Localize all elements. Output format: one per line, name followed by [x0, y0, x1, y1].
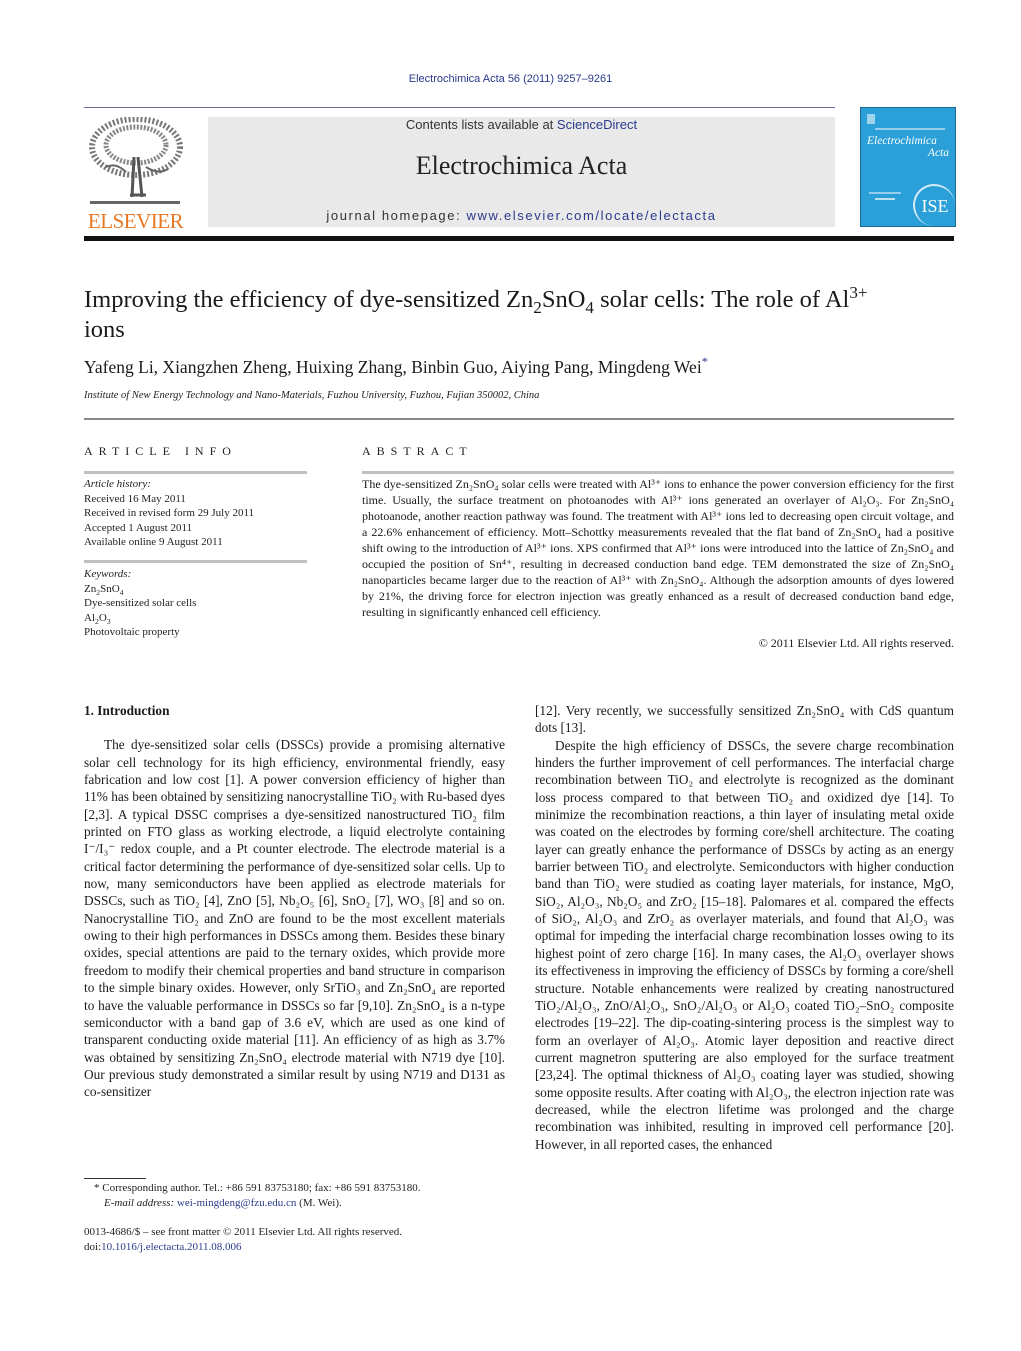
contents-line: Contents lists available at ScienceDirec…: [208, 117, 835, 132]
history-item: Available online 9 August 2011: [84, 536, 223, 548]
body-column-left: 1. Introduction The dye-sensitized solar…: [84, 702, 505, 1101]
elsevier-wordmark: ELSEVIER: [87, 209, 184, 233]
homepage-link[interactable]: www.elsevier.com/locate/electacta: [467, 208, 717, 223]
cover-decoration: [875, 198, 895, 200]
abstract-heading: ABSTRACT: [362, 444, 473, 458]
journal-homepage: journal homepage: www.elsevier.com/locat…: [208, 208, 835, 223]
body-paragraph: [12]. Very recently, we successfully sen…: [535, 703, 954, 736]
body-column-right: [12]. Very recently, we successfully sen…: [535, 702, 954, 1153]
section-heading-introduction: 1. Introduction: [84, 703, 170, 718]
elsevier-logo[interactable]: ELSEVIER: [84, 115, 187, 233]
journal-name: Electrochimica Acta: [415, 151, 628, 180]
doi-prefix: doi:: [84, 1241, 102, 1253]
email-label: E-mail address:: [104, 1197, 177, 1209]
abstract-divider: [362, 471, 954, 474]
doi-line: doi:10.1016/j.electacta.2011.08.006: [84, 1240, 402, 1255]
abstract-copyright: © 2011 Elsevier Ltd. All rights reserved…: [758, 636, 954, 650]
email-suffix: (M. Wei).: [296, 1197, 342, 1209]
title-text: SnO: [541, 286, 586, 313]
keywords-divider: [84, 560, 307, 563]
corresponding-author-contact: * Corresponding author. Tel.: +86 591 83…: [94, 1182, 421, 1194]
title-superscript: 3+: [849, 282, 868, 302]
author-list: Yafeng Li, Xiangzhen Zheng, Huixing Zhan…: [84, 355, 708, 378]
front-matter: 0013-4686/$ – see front matter © 2011 El…: [84, 1225, 402, 1255]
journal-masthead: Contents lists available at ScienceDirec…: [208, 117, 835, 227]
history-item: Accepted 1 August 2011: [84, 521, 193, 534]
cover-elsevier-badge: [867, 114, 875, 124]
header-thick-divider: [84, 236, 954, 241]
ise-seal-icon: ISE: [913, 184, 955, 226]
title-text: solar cells: The role of Al: [593, 286, 850, 313]
header-divider: [84, 107, 835, 108]
keyword-item: Photovoltaic property: [84, 626, 180, 638]
email-link[interactable]: wei-mingdeng@fzu.edu.cn: [177, 1197, 296, 1209]
journal-cover-thumbnail[interactable]: Electrochimica Acta ISE: [860, 107, 956, 227]
article-history: Article history: Received 16 May 2011 Re…: [84, 477, 254, 550]
corresponding-author-footnote: * Corresponding author. Tel.: +86 591 83…: [84, 1181, 514, 1211]
cover-decoration: [875, 128, 945, 130]
cover-title: Electrochimica Acta: [867, 135, 949, 159]
title-text: ions: [84, 316, 125, 343]
body-paragraph: The dye-sensitized solar cells (DSSCs) p…: [84, 737, 505, 1100]
sciencedirect-link[interactable]: ScienceDirect: [557, 117, 637, 132]
contents-prefix: Contents lists available at: [405, 117, 557, 132]
title-text: Improving the efficiency of dye-sensitiz…: [84, 286, 534, 313]
title-subscript: 2: [533, 297, 542, 317]
history-item: Received 16 May 2011: [84, 492, 186, 505]
footnote-divider: [84, 1178, 146, 1179]
cover-title-line1: Electrochimica: [867, 135, 937, 147]
corresponding-author-link[interactable]: *: [702, 355, 708, 369]
history-item: Received in revised form 29 July 2011: [84, 507, 255, 519]
cover-title-line2: Acta: [927, 147, 949, 159]
keywords: Keywords: Zn2SnO4 Dye-sensitized solar c…: [84, 567, 196, 640]
keyword-item: Zn2SnO4: [84, 582, 124, 597]
article-title: Improving the efficiency of dye-sensitiz…: [84, 282, 884, 345]
title-subscript: 4: [585, 297, 594, 317]
authors-text: Yafeng Li, Xiangzhen Zheng, Huixing Zhan…: [84, 357, 702, 377]
body-paragraph: Despite the high efficiency of DSSCs, th…: [535, 737, 954, 1152]
doi-link[interactable]: 10.1016/j.electacta.2011.08.006: [101, 1241, 241, 1253]
article-info-divider: [84, 471, 307, 474]
cover-decoration: [869, 192, 901, 194]
abstract-text: The dye-sensitized Zn₂SnO₄ solar cells w…: [362, 477, 954, 619]
keyword-item: Al2O3: [84, 611, 111, 626]
email-line: E-mail address: wei-mingdeng@fzu.edu.cn …: [84, 1196, 514, 1211]
elsevier-tree-icon: [86, 117, 183, 209]
homepage-prefix: journal homepage:: [326, 208, 467, 223]
journal-citation-link[interactable]: Electrochimica Acta 56 (2011) 9257–9261: [0, 73, 1021, 85]
history-label: Article history:: [84, 478, 151, 490]
title-divider: [84, 418, 954, 420]
front-matter-line: 0013-4686/$ – see front matter © 2011 El…: [84, 1226, 403, 1238]
keyword-item: Dye-sensitized solar cells: [84, 597, 197, 609]
article-info-heading: ARTICLE INFO: [84, 444, 237, 458]
affiliation: Institute of New Energy Technology and N…: [84, 390, 540, 401]
keywords-label: Keywords:: [84, 568, 132, 580]
